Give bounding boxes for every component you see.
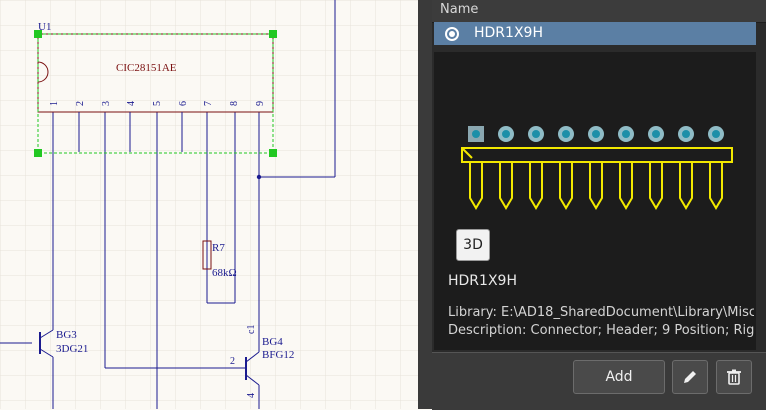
footprint-pad-hole bbox=[502, 130, 510, 138]
footprint-pin bbox=[619, 162, 633, 210]
footprint-pad-hole bbox=[712, 130, 720, 138]
component-description: Description: Connector; Header; 9 Positi… bbox=[448, 323, 754, 338]
bg4-pin-emitter: 4 bbox=[246, 393, 257, 398]
component-name: HDR1X9H bbox=[448, 273, 517, 289]
svg-text:9: 9 bbox=[255, 101, 266, 106]
wire-junction bbox=[256, 174, 262, 180]
u1-pin-numbers: 1 2 3 4 5 6 7 8 9 bbox=[49, 101, 266, 106]
footprint-pin bbox=[559, 162, 573, 210]
svg-text:2: 2 bbox=[75, 101, 86, 106]
footprint-pad-hole bbox=[562, 130, 570, 138]
footprint-pin bbox=[649, 162, 663, 210]
radio-selected-icon[interactable] bbox=[445, 27, 459, 41]
library-path: Library: E:\AD18_SharedDocument\Library\… bbox=[448, 305, 754, 320]
footprint-drawing bbox=[461, 126, 733, 210]
edit-button[interactable] bbox=[672, 360, 708, 394]
svg-text:6: 6 bbox=[178, 101, 189, 106]
footprint-pads bbox=[468, 126, 724, 142]
3d-view-button[interactable]: 3D bbox=[456, 229, 490, 261]
footprint-pin bbox=[469, 162, 483, 210]
name-column-header[interactable]: Name bbox=[432, 0, 766, 23]
bg4-value: BFG12 bbox=[262, 349, 294, 361]
svg-text:7: 7 bbox=[203, 101, 214, 106]
footprint-pin bbox=[529, 162, 543, 210]
panel-splitter[interactable] bbox=[418, 0, 432, 409]
footprint-pad-hole bbox=[682, 130, 690, 138]
name-column-label: Name bbox=[440, 2, 479, 17]
result-row[interactable]: HDR1X9H bbox=[434, 22, 756, 45]
delete-button[interactable] bbox=[716, 360, 752, 394]
bg4-designator: BG4 bbox=[262, 336, 283, 348]
trash-icon bbox=[727, 369, 741, 385]
r7-designator: R7 bbox=[212, 242, 225, 254]
bg3-value: 3DG21 bbox=[56, 343, 88, 355]
footprint-pin bbox=[499, 162, 513, 210]
u1-part-label: CIC28151AE bbox=[116, 62, 177, 74]
svg-text:4: 4 bbox=[126, 101, 137, 106]
footprint-pad-hole bbox=[652, 130, 660, 138]
footprint-pad-hole bbox=[472, 130, 480, 138]
footprint-pin bbox=[709, 162, 723, 210]
schematic-canvas[interactable]: U1 CIC28151AE 1 2 3 4 5 6 7 8 9 R7 68kΩ … bbox=[0, 0, 418, 409]
footprint-pin bbox=[679, 162, 693, 210]
footprint-pad-hole bbox=[622, 130, 630, 138]
result-label: HDR1X9H bbox=[474, 25, 543, 41]
footprint-pins bbox=[469, 162, 723, 210]
footprint-pad-hole bbox=[592, 130, 600, 138]
bg4-pin-base: 2 bbox=[230, 356, 235, 367]
panel-toolbar: Add bbox=[432, 352, 766, 410]
add-button[interactable]: Add bbox=[573, 360, 665, 394]
svg-text:5: 5 bbox=[152, 101, 163, 106]
footprint-pin bbox=[589, 162, 603, 210]
pencil-icon bbox=[684, 371, 696, 383]
footprint-body-outline bbox=[461, 147, 733, 163]
bg3-designator: BG3 bbox=[56, 329, 77, 341]
component-panel: Name HDR1X9H 3D HDR1X9H Library: E:\AD18… bbox=[432, 0, 766, 410]
svg-text:8: 8 bbox=[229, 101, 240, 106]
footprint-pad-hole bbox=[532, 130, 540, 138]
bg4-pin-collector: c1 bbox=[246, 325, 257, 334]
svg-text:3: 3 bbox=[101, 101, 112, 106]
r7-value: 68kΩ bbox=[212, 267, 237, 279]
footprint-preview[interactable]: 3D HDR1X9H Library: E:\AD18_SharedDocume… bbox=[434, 52, 756, 350]
svg-text:1: 1 bbox=[49, 101, 60, 106]
